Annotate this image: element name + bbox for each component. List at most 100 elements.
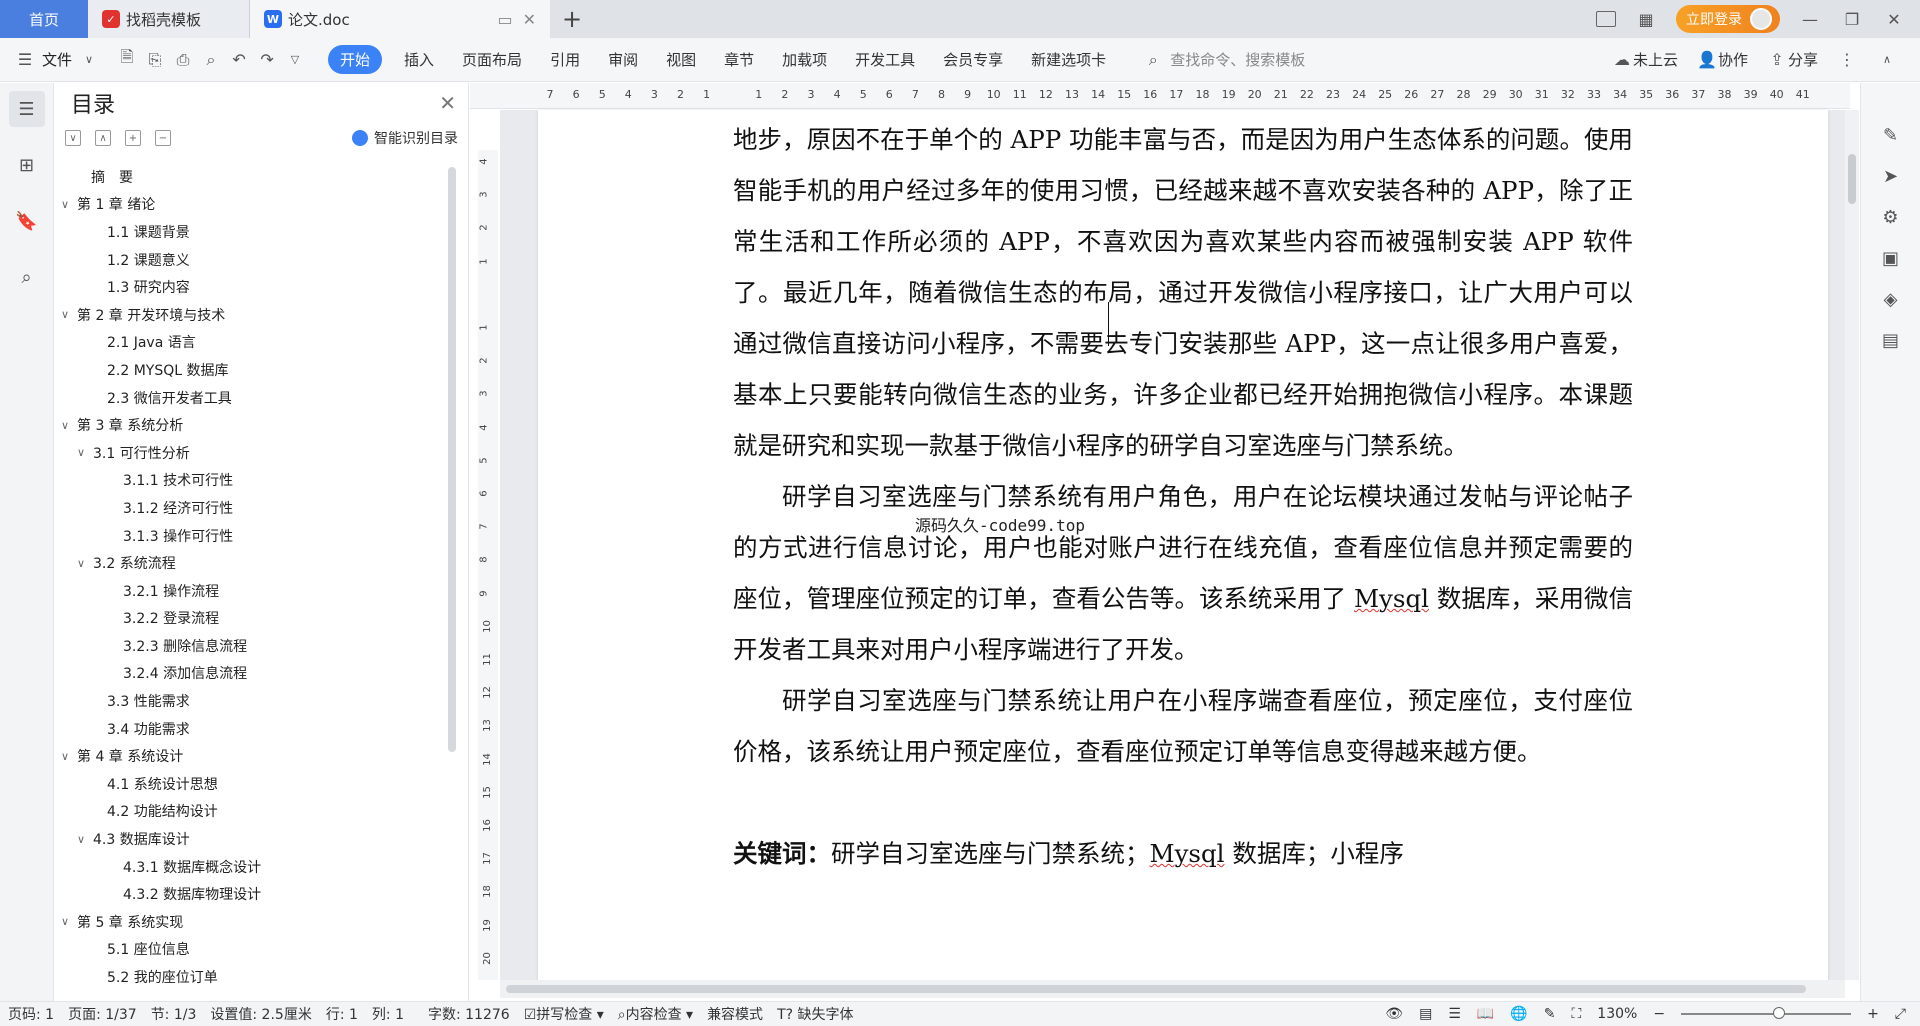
more-vertical-icon[interactable]: ⋮ — [1836, 50, 1858, 69]
toc-item[interactable]: ∨ 第 4 章 系统设计 — [55, 742, 455, 770]
read-view-icon[interactable]: 📖 — [1477, 1006, 1494, 1022]
tab-member[interactable]: 会员专享 — [943, 49, 1003, 70]
chevron-down-icon[interactable]: ∨ — [61, 198, 77, 211]
fullscreen-icon[interactable]: ⤢ — [1895, 1006, 1906, 1022]
book-icon[interactable]: ▤ — [1880, 330, 1902, 351]
chapter-nav-icon[interactable]: ⊞ — [9, 147, 45, 183]
pen-edit-icon[interactable]: ✎ — [1880, 125, 1902, 146]
eye-protect-icon[interactable]: 👁 — [1385, 1006, 1403, 1022]
missing-font-button[interactable]: T? 缺失字体 — [777, 1004, 853, 1024]
write-view-icon[interactable]: ✎ — [1544, 1006, 1556, 1022]
web-view-icon[interactable]: 🌐 — [1510, 1006, 1527, 1022]
tab-view[interactable]: 视图 — [666, 49, 696, 70]
find-icon[interactable]: ⌕ — [9, 259, 45, 295]
status-section[interactable]: 节: 1/3 — [151, 1004, 197, 1024]
toc-item[interactable]: 1.2 课题意义 — [55, 246, 455, 274]
toc-item[interactable]: 1.1 课题背景 — [55, 218, 455, 246]
tab-home[interactable]: 首页 — [0, 0, 88, 38]
status-words[interactable]: 字数: 11276 — [428, 1004, 510, 1024]
chevron-down-icon[interactable]: ∨ — [77, 557, 93, 570]
horizontal-ruler[interactable]: 7 6 5 4 3 2 1 1 2 3 4 5 6 7 8 9 10 11 12 13 14 15 16 17 18 19 20 21… — [470, 83, 1850, 109]
select-cursor-icon[interactable]: ➤ — [1880, 166, 1902, 187]
location-icon[interactable]: ◈ — [1880, 289, 1902, 310]
chevron-down-icon[interactable]: ∨ — [61, 419, 77, 432]
file-menu[interactable]: ☰ 文件 ∨ — [14, 49, 100, 70]
toc-item[interactable]: 2.2 MYSQL 数据库 — [55, 356, 455, 384]
toc-item[interactable]: 1.3 研究内容 — [55, 273, 455, 301]
chevron-down-icon[interactable]: ∨ — [61, 750, 77, 763]
spell-error-mysql-keyword[interactable]: Mysql — [1150, 839, 1225, 868]
print-preview-icon[interactable]: ⌕ — [200, 46, 222, 73]
document-body[interactable]: 地步，原因不在于单个的 APP 功能丰富与否，而是因为用户生态体系的问题。使用智… — [733, 114, 1633, 879]
toc-item[interactable]: 3.2.3 删除信息流程 — [55, 632, 455, 660]
collapse-all-icon[interactable]: ∧ — [95, 130, 111, 146]
zoom-out-icon[interactable]: − — [1653, 1006, 1665, 1022]
toc-item[interactable]: 5.1 座位信息 — [55, 936, 455, 964]
tab-developer[interactable]: 开发工具 — [855, 49, 915, 70]
toc-item[interactable]: ∨ 第 1 章 绪论 — [55, 191, 455, 219]
zoom-slider-knob[interactable] — [1773, 1007, 1786, 1019]
collapse-ribbon-icon[interactable]: ∧ — [1876, 53, 1898, 66]
save-icon[interactable]: 🗎 — [116, 46, 138, 73]
restore-icon[interactable]: ❐ — [1840, 10, 1864, 29]
tab-review[interactable]: 审阅 — [608, 49, 638, 70]
cloud-status[interactable]: ☁ 未上云 — [1611, 49, 1678, 70]
toc-item[interactable]: ∨ 第 5 章 系统实现 — [55, 908, 455, 936]
print-icon[interactable]: ⎙ — [172, 46, 194, 73]
new-tab-button[interactable]: + — [550, 0, 594, 38]
login-button[interactable]: 立即登录 — [1676, 5, 1780, 33]
vertical-scroll-thumb[interactable] — [1848, 154, 1856, 204]
toc-panel-icon[interactable]: ☰ — [8, 91, 45, 127]
status-row[interactable]: 行: 1 — [326, 1004, 358, 1024]
page-view-icon[interactable]: ▤ — [1419, 1006, 1432, 1022]
remove-heading-icon[interactable]: − — [155, 130, 171, 146]
toc-item[interactable]: 3.3 性能需求 — [55, 687, 455, 715]
status-page-code[interactable]: 页码: 1 — [8, 1004, 54, 1024]
toc-item[interactable]: 3.2.2 登录流程 — [55, 605, 455, 633]
tab-monitor-icon[interactable]: ▭ — [497, 10, 512, 29]
tab-document[interactable]: W 论文.doc ▭ ✕ — [250, 0, 550, 38]
zoom-level[interactable]: 130% — [1597, 1006, 1637, 1022]
tab-new[interactable]: 新建选项卡 — [1031, 49, 1106, 70]
toc-item[interactable]: 4.3.1 数据库概念设计 — [55, 853, 455, 881]
apps-grid-icon[interactable]: ▦ — [1634, 10, 1658, 29]
smart-toc-button[interactable]: 智能识别目录 — [352, 128, 458, 148]
image-tool-icon[interactable]: ▣ — [1880, 248, 1902, 269]
toc-item[interactable]: 2.3 微信开发者工具 — [55, 384, 455, 412]
adjust-sliders-icon[interactable]: ⚙ — [1880, 207, 1902, 228]
command-search[interactable]: ⌕ 查找命令、搜索模板 — [1142, 49, 1306, 70]
redo-icon[interactable]: ↷ — [256, 46, 278, 73]
zoom-slider[interactable] — [1681, 1007, 1852, 1019]
minimize-icon[interactable]: — — [1798, 10, 1822, 29]
horizontal-scrollbar[interactable] — [500, 980, 1845, 998]
tab-template[interactable]: ✓ 找稻壳模板 — [88, 0, 250, 38]
toc-item[interactable]: 4.2 功能结构设计 — [55, 798, 455, 826]
toc-item[interactable]: ∨ 第 3 章 系统分析 — [55, 411, 455, 439]
layout-icon[interactable] — [1596, 11, 1616, 27]
tab-addins[interactable]: 加载项 — [782, 49, 827, 70]
tab-page-layout[interactable]: 页面布局 — [462, 49, 522, 70]
horizontal-scroll-thumb[interactable] — [506, 985, 1806, 993]
spell-check-toggle[interactable]: ☑拼写检查 ▾ — [524, 1004, 604, 1024]
status-setting[interactable]: 设置值: 2.5厘米 — [210, 1004, 311, 1024]
close-tab-icon[interactable]: ✕ — [523, 10, 536, 29]
collab-button[interactable]: 👤协作 — [1696, 49, 1748, 70]
toc-item[interactable]: 2.1 Java 语言 — [55, 329, 455, 357]
vertical-scrollbar[interactable] — [1845, 110, 1859, 980]
zoom-in-icon[interactable]: + — [1867, 1006, 1879, 1022]
toc-item[interactable]: ∨ 3.2 系统流程 — [55, 549, 455, 577]
toc-item[interactable]: 3.1.1 技术可行性 — [55, 467, 455, 495]
fit-page-icon[interactable]: ⛶ — [1571, 1006, 1581, 1022]
close-window-icon[interactable]: ✕ — [1882, 10, 1906, 29]
tab-start[interactable]: 开始 — [328, 45, 383, 74]
toc-item[interactable]: 3.2.4 添加信息流程 — [55, 660, 455, 688]
status-col[interactable]: 列: 1 — [372, 1004, 404, 1024]
chevron-down-icon[interactable]: ∨ — [77, 833, 93, 846]
tab-section[interactable]: 章节 — [724, 49, 754, 70]
toc-item[interactable]: 3.2.1 操作流程 — [55, 577, 455, 605]
toc-item[interactable]: 3.1.2 经济可行性 — [55, 494, 455, 522]
expand-all-icon[interactable]: ∨ — [65, 130, 81, 146]
toc-item[interactable]: 5.2 我的座位订单 — [55, 963, 455, 991]
spell-error-mysql[interactable]: Mysql — [1354, 584, 1429, 613]
chevron-down-icon[interactable]: ∨ — [77, 446, 93, 459]
